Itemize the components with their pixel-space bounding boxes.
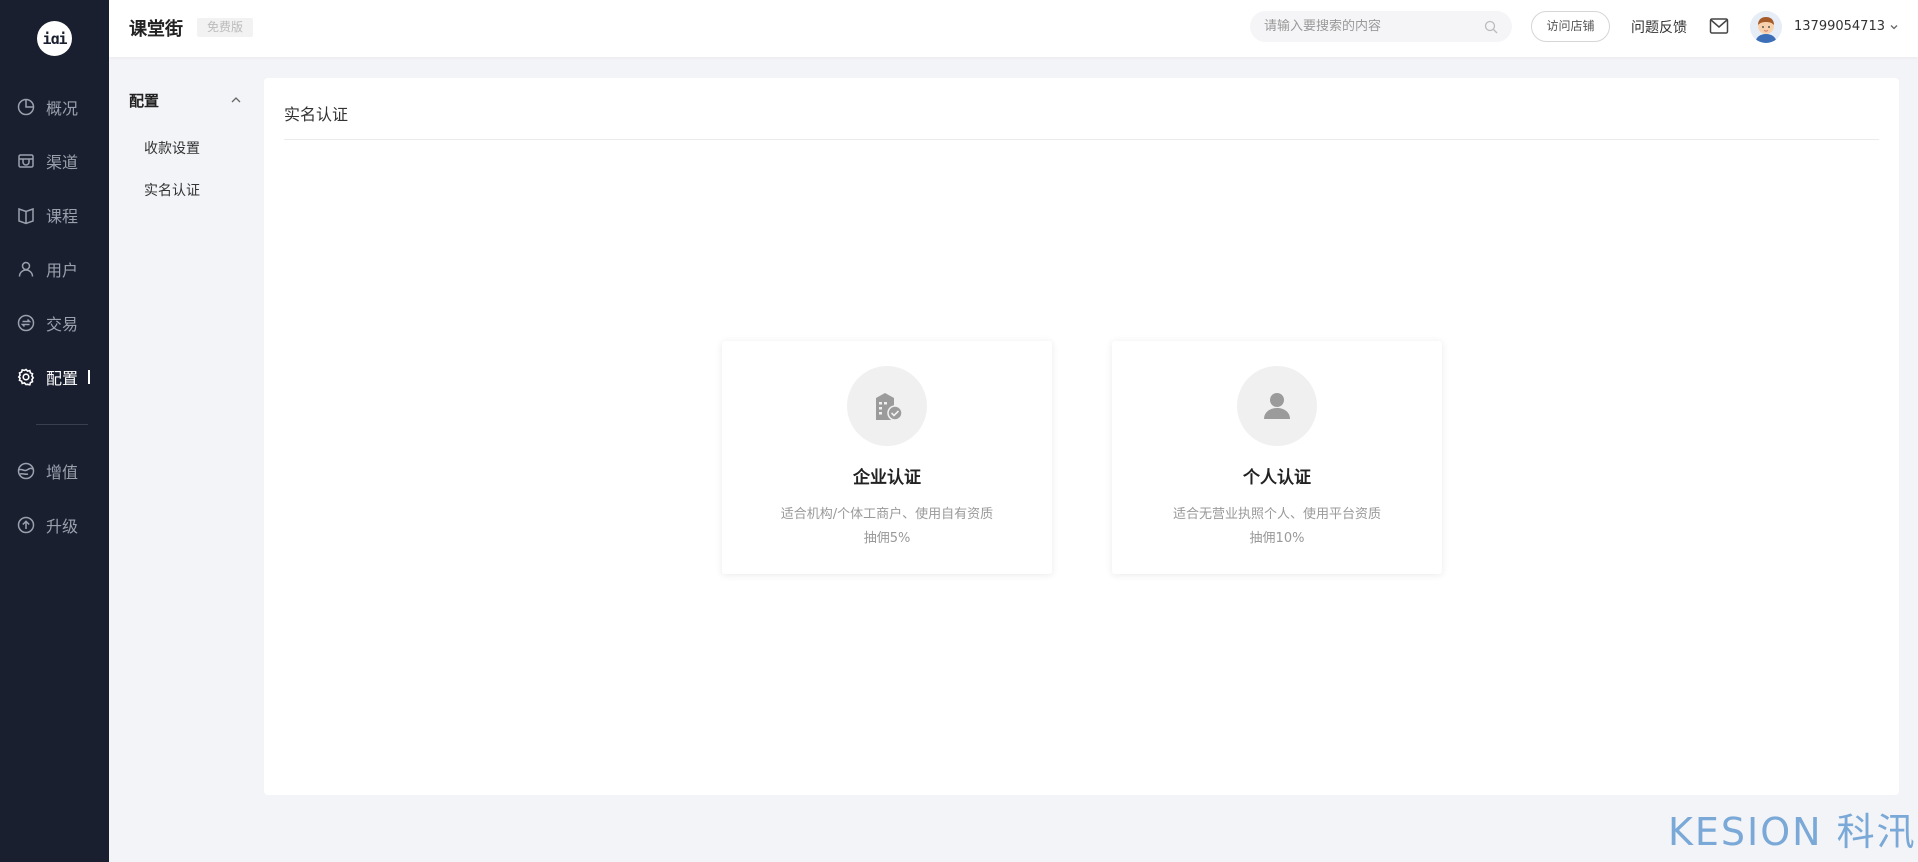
- sidebar-item-config[interactable]: 配置: [0, 357, 109, 397]
- enterprise-auth-card[interactable]: 企业认证 适合机构/个体工商户、使用自有资质 抽佣5%: [722, 341, 1052, 574]
- personal-auth-card[interactable]: 个人认证 适合无营业执照个人、使用平台资质 抽佣10%: [1112, 341, 1442, 574]
- chevron-down-icon[interactable]: [1889, 22, 1899, 32]
- watermark-logo: KESION 科汛: [1668, 810, 1917, 854]
- sidebar-item-addons[interactable]: 增值: [0, 451, 109, 491]
- visit-store-button[interactable]: 访问店铺: [1531, 11, 1610, 42]
- title-divider: [284, 139, 1879, 140]
- sidebar-item-label: 用户: [46, 261, 79, 280]
- option-description: 适合机构/个体工商户、使用自有资质 抽佣5%: [722, 503, 1052, 551]
- sidebar-item-label: 概况: [46, 99, 79, 118]
- app-logo[interactable]: iɑi: [37, 21, 72, 56]
- option-desc-line: 适合机构/个体工商户、使用自有资质: [780, 507, 994, 522]
- active-indicator: [88, 370, 90, 384]
- submenu-item-real-name-auth[interactable]: 实名认证: [144, 180, 200, 200]
- sidebar-item-course[interactable]: 课程: [0, 195, 109, 235]
- person-icon: [1237, 366, 1317, 446]
- store-icon: [18, 154, 34, 168]
- option-commission: 抽佣10%: [1249, 531, 1305, 546]
- sidebar-item-label: 配置: [46, 369, 79, 388]
- user-icon: [18, 261, 34, 277]
- avatar-face-icon: [1750, 11, 1782, 43]
- page-title: 实名认证: [284, 105, 349, 124]
- search-input[interactable]: [1264, 19, 1484, 34]
- option-description: 适合无营业执照个人、使用平台资质 抽佣10%: [1112, 503, 1442, 551]
- sidebar-divider: [36, 424, 88, 425]
- option-desc-line: 适合无营业执照个人、使用平台资质: [1172, 507, 1381, 522]
- arrow-up-circle-icon: [17, 516, 35, 534]
- search-box[interactable]: [1250, 11, 1512, 42]
- option-title: 个人认证: [1243, 468, 1311, 488]
- exchange-icon: [17, 314, 35, 332]
- book-icon: [18, 207, 34, 225]
- feedback-link[interactable]: 问题反馈: [1631, 17, 1687, 37]
- sidebar-item-label: 渠道: [46, 153, 79, 172]
- option-title: 企业认证: [853, 468, 921, 488]
- avatar[interactable]: [1750, 11, 1782, 43]
- top-header: 课堂街 免费版 访问店铺 问题反馈 13799054713: [109, 0, 1918, 57]
- search-icon[interactable]: [1484, 20, 1498, 34]
- sidebar-item-label: 交易: [46, 315, 79, 334]
- submenu-item-payment-settings[interactable]: 收款设置: [144, 138, 200, 158]
- option-commission: 抽佣5%: [863, 531, 911, 546]
- sidebar-item-overview[interactable]: 概况: [0, 87, 109, 127]
- building-verified-icon: [847, 366, 927, 446]
- sidebar-item-transactions[interactable]: 交易: [0, 303, 109, 343]
- submenu-title[interactable]: 配置: [129, 90, 159, 111]
- user-phone[interactable]: 13799054713: [1794, 19, 1885, 34]
- left-sidebar: iɑi 概况 渠道 课程 用户 交易 配置 增值 升级: [0, 0, 109, 862]
- gear-icon: [17, 368, 35, 386]
- sidebar-item-users[interactable]: 用户: [0, 249, 109, 289]
- globe-icon: [17, 462, 35, 480]
- logo-text: iɑi: [42, 29, 67, 48]
- sidebar-item-label: 升级: [46, 517, 79, 536]
- main-content-card: 实名认证 企业认证 适合机构/个体工商户、使用自有资质 抽佣5% 个人认证 适合…: [264, 78, 1899, 795]
- brand-name: 课堂街: [129, 19, 183, 40]
- pie-chart-icon: [17, 98, 35, 116]
- sidebar-item-upgrade[interactable]: 升级: [0, 505, 109, 545]
- mail-icon[interactable]: [1709, 17, 1729, 35]
- sidebar-item-label: 课程: [46, 207, 79, 226]
- sidebar-item-channel[interactable]: 渠道: [0, 141, 109, 181]
- chevron-up-icon[interactable]: [230, 94, 242, 106]
- edition-badge: 免费版: [197, 18, 254, 37]
- sidebar-item-label: 增值: [46, 463, 79, 482]
